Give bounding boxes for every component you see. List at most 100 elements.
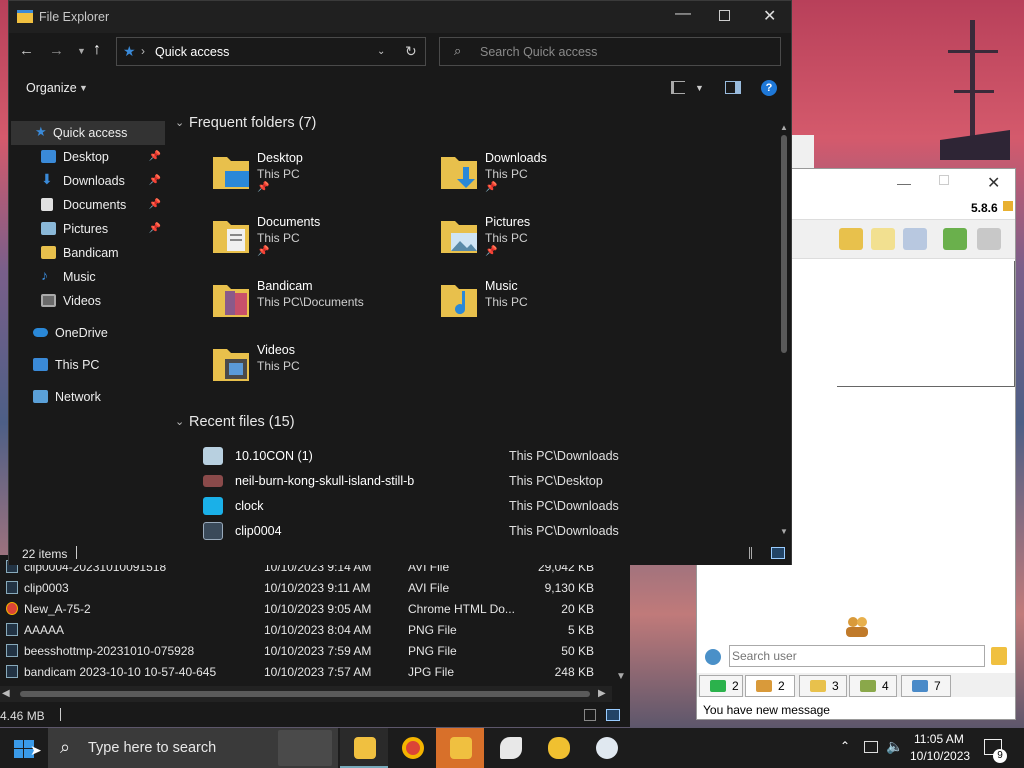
details-view-icon[interactable] bbox=[749, 547, 761, 559]
vertical-scrollbar[interactable]: ▲ ▼ bbox=[777, 121, 791, 541]
trash-icon[interactable] bbox=[977, 228, 1001, 250]
up-arrow-icon[interactable]: ↑ bbox=[93, 41, 101, 59]
address-bar[interactable]: ★ › Quick access ⌄ ↻ bbox=[116, 37, 426, 66]
scroll-down-icon[interactable]: ▼ bbox=[780, 527, 788, 536]
maximize-icon[interactable] bbox=[719, 10, 730, 21]
folder-tile-videos[interactable]: Videos This PC bbox=[211, 339, 431, 399]
sidebar-item-downloads[interactable]: ⬇ Downloads 📌 bbox=[11, 169, 165, 193]
clock-date[interactable]: 10/10/2023 bbox=[910, 749, 970, 763]
folder-tile-documents[interactable]: Documents This PC 📌 bbox=[211, 211, 431, 271]
music-folder-icon bbox=[441, 285, 477, 317]
table-row[interactable]: beesshottmp-20231010-075928 10/10/2023 7… bbox=[0, 641, 620, 662]
taskbar-search[interactable]: ⌕ Type here to search bbox=[48, 728, 338, 768]
tab-messages[interactable]: 3 bbox=[799, 675, 847, 697]
file-size: 5 KB bbox=[567, 623, 594, 637]
chevron-down-icon[interactable]: ⌄ bbox=[377, 46, 385, 57]
details-view-icon[interactable] bbox=[584, 709, 596, 721]
preview-pane-icon[interactable] bbox=[725, 81, 741, 94]
sidebar-item-quick-access[interactable]: ★ Quick access bbox=[11, 121, 165, 145]
item-count: 22 items bbox=[22, 547, 68, 561]
folder-tile-downloads[interactable]: Downloads This PC 📌 bbox=[439, 147, 659, 207]
table-row[interactable]: bandicam 2023-10-10 10-57-40-645 10/10/2… bbox=[0, 662, 620, 683]
sidebar-item-network[interactable]: Network bbox=[11, 385, 165, 409]
file-type: AVI File bbox=[408, 581, 450, 595]
list-item[interactable]: clock This PC\Downloads bbox=[203, 495, 763, 519]
recent-locations-icon[interactable]: ▼ bbox=[77, 46, 86, 56]
taskbar-steam[interactable] bbox=[582, 728, 630, 768]
pin-icon[interactable]: 📌 bbox=[149, 199, 161, 210]
minimize-icon[interactable]: — bbox=[675, 5, 691, 23]
network-icon[interactable] bbox=[864, 741, 878, 753]
tab-notes[interactable]: 7 bbox=[901, 675, 951, 697]
horizontal-scrollbar[interactable]: ◀ ▶ bbox=[0, 686, 612, 702]
list-item[interactable]: 10.10CON (1) This PC\Downloads bbox=[203, 445, 763, 469]
address-text: Quick access bbox=[155, 45, 230, 59]
sidebar-item-onedrive[interactable]: OneDrive bbox=[11, 321, 165, 345]
refresh-icon[interactable]: ↻ bbox=[405, 43, 417, 60]
file-explorer-window[interactable]: File Explorer — ✕ ← → ▼ ↑ ★ › Quick acce… bbox=[8, 0, 792, 565]
table-row[interactable]: clip0003 10/10/2023 9:11 AM AVI File 9,1… bbox=[0, 578, 620, 599]
folder-tile-desktop[interactable]: Desktop This PC 📌 bbox=[211, 147, 431, 207]
sidebar-item-desktop[interactable]: Desktop 📌 bbox=[11, 145, 165, 169]
chevron-up-icon[interactable]: ⌃ bbox=[840, 739, 850, 753]
folder-tile-bandicam[interactable]: Bandicam This PC\Documents bbox=[211, 275, 431, 335]
tab-groups[interactable]: 4 bbox=[849, 675, 897, 697]
compose-icon[interactable] bbox=[871, 228, 895, 250]
taskbar-chat-app[interactable] bbox=[534, 728, 582, 768]
minimize-icon[interactable]: — bbox=[897, 175, 911, 191]
forward-arrow-icon[interactable]: → bbox=[49, 42, 64, 59]
scroll-up-icon[interactable]: ▲ bbox=[780, 123, 788, 132]
tiles-view-icon[interactable] bbox=[606, 709, 620, 721]
taskbar-file-explorer[interactable] bbox=[340, 728, 388, 768]
music-note-icon: ♪ bbox=[41, 267, 48, 283]
scroll-right-icon[interactable]: ▶ bbox=[598, 688, 606, 699]
sidebar-item-bandicam[interactable]: Bandicam bbox=[11, 241, 165, 265]
help-icon[interactable]: ? bbox=[761, 80, 777, 96]
search-box[interactable]: ⌕ Search Quick access bbox=[439, 37, 781, 66]
tab-online[interactable]: 2 bbox=[699, 675, 743, 697]
scroll-down-icon[interactable]: ▼ bbox=[616, 671, 628, 683]
back-arrow-icon[interactable]: ← bbox=[19, 42, 34, 59]
broom-icon[interactable] bbox=[991, 647, 1007, 665]
pin-icon: 📌 bbox=[485, 182, 498, 193]
view-layout-icon[interactable] bbox=[671, 81, 685, 94]
table-row[interactable]: AAAAA 10/10/2023 8:04 AM PNG File 5 KB bbox=[0, 620, 620, 641]
taskbar-beeshot[interactable] bbox=[436, 728, 484, 768]
recent-files-header[interactable]: ⌄ Recent files (15) bbox=[175, 414, 295, 430]
update-icon[interactable] bbox=[943, 228, 967, 250]
cortana-doodle-icon[interactable] bbox=[278, 730, 332, 766]
sidebar-item-this-pc[interactable]: This PC bbox=[11, 353, 165, 377]
tiles-view-icon[interactable] bbox=[771, 547, 785, 559]
folder-tile-pictures[interactable]: Pictures This PC 📌 bbox=[439, 211, 659, 271]
frequent-folders-header[interactable]: ⌄ Frequent folders (7) bbox=[175, 115, 316, 131]
scrollbar-thumb[interactable] bbox=[20, 691, 590, 697]
sidebar-item-music[interactable]: ♪ Music bbox=[11, 265, 165, 289]
title-bar[interactable]: File Explorer — ✕ bbox=[9, 1, 791, 33]
volume-icon[interactable]: 🔈 bbox=[886, 738, 903, 755]
scrollbar-thumb[interactable] bbox=[781, 135, 787, 353]
close-icon[interactable]: ✕ bbox=[987, 173, 1000, 193]
maximize-icon[interactable] bbox=[939, 175, 949, 185]
envelope-icon[interactable] bbox=[839, 228, 863, 250]
pin-icon[interactable]: 📌 bbox=[149, 175, 161, 186]
list-item[interactable]: neil-burn-kong-skull-island-still-b This… bbox=[203, 470, 763, 494]
tab-users[interactable]: 2 bbox=[745, 675, 795, 697]
clock-time[interactable]: 11:05 AM bbox=[914, 732, 964, 746]
sidebar-item-documents[interactable]: Documents 📌 bbox=[11, 193, 165, 217]
pin-icon[interactable]: 📌 bbox=[149, 223, 161, 234]
taskbar-chrome[interactable] bbox=[388, 728, 436, 768]
chevron-down-icon[interactable]: ▼ bbox=[79, 83, 88, 93]
pin-icon[interactable]: 📌 bbox=[149, 151, 161, 162]
sidebar-item-pictures[interactable]: Pictures 📌 bbox=[11, 217, 165, 241]
chevron-down-icon[interactable]: ▼ bbox=[695, 83, 704, 93]
search-user-input[interactable] bbox=[729, 645, 985, 667]
tools-icon[interactable] bbox=[903, 228, 927, 250]
sidebar-item-videos[interactable]: Videos bbox=[11, 289, 165, 313]
organize-button[interactable]: Organize bbox=[26, 81, 77, 95]
taskbar-app-bird[interactable] bbox=[486, 728, 534, 768]
folder-tile-music[interactable]: Music This PC bbox=[439, 275, 659, 335]
table-row[interactable]: New_A-75-2 10/10/2023 9:05 AM Chrome HTM… bbox=[0, 599, 620, 620]
scroll-left-icon[interactable]: ◀ bbox=[2, 688, 10, 699]
settings-icon[interactable] bbox=[705, 649, 721, 665]
close-icon[interactable]: ✕ bbox=[763, 6, 776, 26]
